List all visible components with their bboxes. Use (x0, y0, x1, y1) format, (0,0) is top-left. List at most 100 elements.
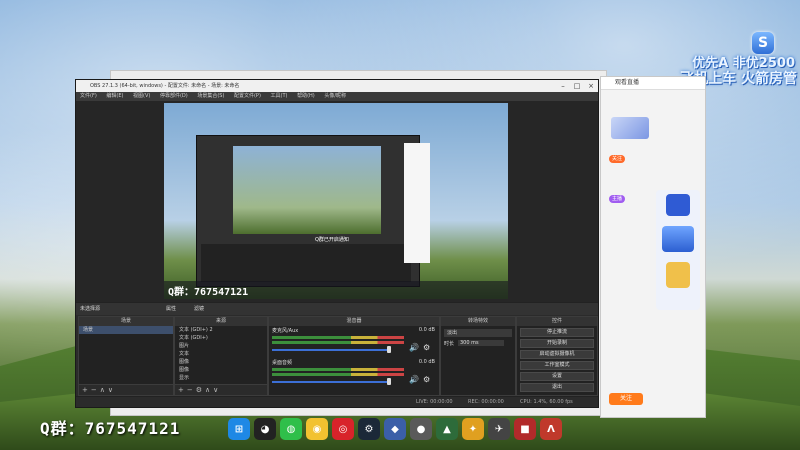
exit-button[interactable]: 退出 (520, 383, 594, 392)
studio-mode-button[interactable]: 工作室模式 (520, 361, 594, 370)
menu-docks[interactable]: 停靠部件(D) (160, 93, 188, 99)
gear-icon[interactable]: ⚙ (423, 375, 430, 384)
speaker-icon[interactable]: 🔊 (409, 343, 419, 352)
settings-button[interactable]: 设置 (520, 372, 594, 381)
maximize-icon[interactable]: □ (570, 80, 584, 92)
browser-tab[interactable]: 观看直播 (601, 77, 705, 90)
game-icon[interactable]: ◆ (384, 418, 406, 440)
mixer-dock: 混音器 麦克风/Aux 0.0 dB 🔊 ⚙ 桌面音频 0.0 dB 🔊 ⚙ (268, 316, 440, 396)
tag-pill: 主播 (609, 195, 626, 203)
obs-menubar: 文件(F) 编辑(E) 视图(V) 停靠部件(D) 场景集合(S) 配置文件(P… (76, 92, 598, 101)
source-item[interactable]: 文本 (GDI+) (175, 334, 267, 342)
follow-button[interactable]: 关注 (609, 393, 643, 405)
obs-window[interactable]: OBS 27.1.3 (64-bit, windows) - 配置文件: 未命名… (75, 79, 599, 408)
volume-knob[interactable] (387, 346, 391, 353)
menu-tools[interactable]: 工具(T) (271, 93, 288, 99)
menu-avatar[interactable]: 头像/昵称 (324, 93, 346, 99)
channel-level: 0.0 dB (418, 359, 435, 365)
channel-name: 麦克风/Aux (272, 328, 299, 334)
source-item[interactable]: 图片 (175, 342, 267, 350)
obs-preview[interactable]: Q群已开启通知 Q群：767547121 (76, 101, 598, 302)
add-icon[interactable]: + (178, 386, 184, 394)
gift-banner (611, 117, 649, 139)
tag-pill: 关注 (609, 155, 626, 163)
transition-select[interactable]: 淡出 (444, 329, 512, 337)
rank-badge-icon (666, 262, 690, 288)
qq-icon[interactable]: ◕ (254, 418, 276, 440)
remove-icon[interactable]: − (187, 386, 193, 394)
menu-file[interactable]: 文件(F) (80, 93, 97, 99)
game4-icon[interactable]: ✦ (462, 418, 484, 440)
stop-stream-button[interactable]: 停止推流 (520, 328, 594, 337)
duration-input[interactable]: 300 ms (458, 340, 504, 346)
channel-name: 桌面音频 (272, 360, 293, 366)
gear-icon[interactable]: ⚙ (423, 343, 430, 352)
start-recording-button[interactable]: 开始录制 (520, 339, 594, 348)
scene-item[interactable]: 场景 (79, 326, 173, 334)
obs-statusbar: LIVE: 00:00:00 REC: 00:00:00 CPU: 1.4%, … (76, 396, 598, 407)
taskbar: ⊞ ◕ ◍ ◉ ◎ ⚙ ◆ ● ▲ ✦ ✈ ■ Λ (228, 414, 562, 444)
volume-meter (272, 368, 404, 371)
sources-footer: + − ⚙ ∧ ∨ (175, 384, 267, 395)
volume-meter (272, 373, 404, 376)
up-icon[interactable]: ∧ (100, 386, 105, 394)
nested-preview (233, 146, 381, 234)
controls-dock: 控件 停止推流 开始录制 启动虚拟摄像机 工作室模式 设置 退出 (516, 316, 598, 396)
minimize-icon[interactable]: – (556, 80, 570, 92)
windows-icon[interactable]: ⊞ (228, 418, 250, 440)
mixer-channel: 桌面音频 0.0 dB 🔊 ⚙ (269, 358, 439, 390)
properties-button[interactable]: 属性 (166, 303, 176, 315)
sources-title: 来源 (175, 317, 267, 326)
preview-taskbar: Q群：767547121 (164, 281, 508, 299)
volume-slider[interactable] (272, 381, 390, 383)
obs-title: OBS 27.1.3 (64-bit, windows) - 配置文件: 未命名… (90, 83, 240, 89)
scenes-dock: 场景 场景 + − ∧ ∨ (78, 316, 174, 396)
transitions-dock: 转场特效 淡出 时长 300 ms (440, 316, 516, 396)
game2-icon[interactable]: ● (410, 418, 432, 440)
add-icon[interactable]: + (82, 386, 88, 394)
netease-icon[interactable]: ◎ (332, 418, 354, 440)
volume-meter (272, 341, 404, 344)
source-item[interactable]: 文本 (GDI+) 2 (175, 326, 267, 334)
filters-button[interactable]: 滤镜 (194, 303, 204, 315)
mixer-title: 混音器 (269, 317, 439, 326)
source-item[interactable]: 图像 (175, 358, 267, 366)
volume-knob[interactable] (387, 378, 391, 385)
game3-icon[interactable]: ▲ (436, 418, 458, 440)
wechat-icon[interactable]: ◍ (280, 418, 302, 440)
gear-icon[interactable]: ⚙ (196, 386, 202, 394)
preview-canvas: Q群已开启通知 Q群：767547121 (164, 103, 508, 299)
obs-titlebar: OBS 27.1.3 (64-bit, windows) - 配置文件: 未命名… (76, 80, 598, 92)
steam-icon[interactable]: ⚙ (358, 418, 380, 440)
browser-icon[interactable]: ◉ (306, 418, 328, 440)
menu-view[interactable]: 视图(V) (133, 93, 150, 99)
close-icon[interactable]: × (584, 80, 598, 92)
source-toolbar: 未选择源 属性 滤镜 (76, 302, 598, 315)
source-item[interactable]: 图像 (175, 366, 267, 374)
down-icon[interactable]: ∨ (108, 386, 113, 394)
game6-icon[interactable]: ■ (514, 418, 536, 440)
card-icon (666, 194, 690, 216)
preview-qq-group: Q群：767547121 (168, 287, 249, 298)
game5-icon[interactable]: ✈ (488, 418, 510, 440)
no-source-label: 未选择源 (80, 306, 101, 312)
virtual-camera-button[interactable]: 启动虚拟摄像机 (520, 350, 594, 359)
volume-slider[interactable] (272, 349, 390, 351)
apex-icon[interactable]: Λ (540, 418, 562, 440)
source-item[interactable]: 显示 (175, 374, 267, 382)
menu-edit[interactable]: 编辑(E) (106, 93, 123, 99)
menu-profile[interactable]: 配置文件(P) (234, 93, 261, 99)
qq-group-overlay: Q群：767547121 (40, 419, 181, 438)
transitions-title: 转场特效 (441, 317, 515, 326)
source-item[interactable]: 文本 (175, 350, 267, 358)
down-icon[interactable]: ∨ (213, 386, 218, 394)
speaker-icon[interactable]: 🔊 (409, 375, 419, 384)
menu-scene-collection[interactable]: 场景集合(S) (197, 93, 224, 99)
rec-status: REC: 00:00:00 (468, 399, 504, 405)
menu-help[interactable]: 帮助(H) (297, 93, 315, 99)
live-status: LIVE: 00:00:00 (416, 399, 453, 405)
up-icon[interactable]: ∧ (205, 386, 210, 394)
remove-icon[interactable]: − (91, 386, 97, 394)
mixer-channel: 麦克风/Aux 0.0 dB 🔊 ⚙ (269, 326, 439, 358)
nested-status: Q群已开启通知 (315, 237, 349, 243)
